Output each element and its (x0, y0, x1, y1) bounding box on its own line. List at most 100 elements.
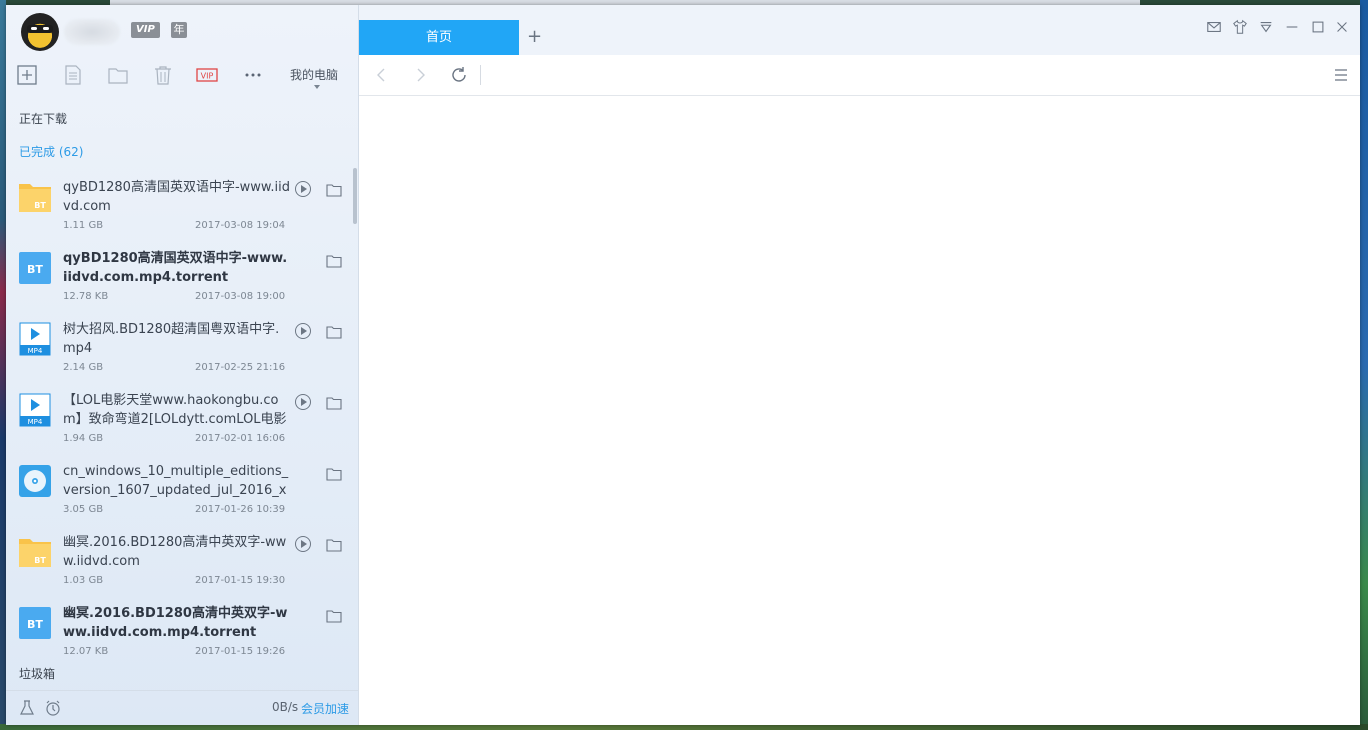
avatar-eye-right (43, 27, 49, 30)
download-item[interactable]: MP4 【LOL电影天堂www.haokongbu.com】致命弯道2[LOLdy… (6, 383, 354, 454)
minimize-button[interactable] (1284, 19, 1302, 37)
location-selector[interactable]: 我的电脑 (290, 66, 338, 83)
file-size: 3.05 GB (63, 504, 104, 515)
sidebar: VIP 年 VIP 我的电脑 正在下载 已完成 (62) BT qyBD1280… (6, 5, 359, 725)
folder-icon (108, 68, 128, 84)
download-list: BT qyBD1280高清国英双语中字-www.iidvd.com 1.11 GB 2… (6, 170, 354, 665)
lab-flask-icon[interactable] (18, 699, 36, 717)
vip-badge[interactable]: VIP (131, 22, 160, 38)
address-bar-divider (480, 65, 481, 85)
play-icon[interactable] (295, 394, 311, 410)
category-trash[interactable]: 垃圾箱 (19, 665, 55, 682)
svg-text:BT: BT (34, 201, 46, 210)
category-completed[interactable]: 已完成 (62) (19, 143, 83, 160)
file-name: qyBD1280高清国英双语中字-www.iidvd.com (63, 180, 290, 214)
open-folder-icon[interactable] (326, 537, 342, 552)
alarm-clock-icon[interactable] (44, 699, 62, 717)
vip-icon: VIP (196, 68, 218, 82)
file-date: 2017-01-15 19:30 (195, 575, 286, 586)
browser-panel: 首页 + (359, 5, 1360, 725)
download-item[interactable]: BT qyBD1280高清国英双语中字-www.iidvd.com.mp4.tor… (6, 241, 354, 312)
close-button[interactable] (1334, 19, 1352, 37)
add-tab-button[interactable]: + (527, 27, 542, 47)
svg-text:MP4: MP4 (28, 347, 43, 355)
file-size: 2.14 GB (63, 362, 104, 373)
open-folder-icon[interactable] (326, 466, 342, 481)
more-button[interactable] (242, 64, 266, 88)
bt-folder-icon: BT (18, 180, 52, 214)
play-icon[interactable] (295, 181, 311, 197)
mp4-file-icon: MP4 (18, 322, 52, 356)
navigation-bar (359, 55, 1360, 96)
file-date: 2017-03-08 19:04 (195, 220, 286, 231)
bt-torrent-icon: BT (18, 251, 52, 285)
file-size: 1.03 GB (63, 575, 104, 586)
file-size: 1.11 GB (63, 220, 104, 231)
file-name: 幽冥.2016.BD1280高清中英双字-www.iidvd.com.mp4.t… (63, 606, 288, 640)
mail-icon[interactable] (1206, 19, 1224, 37)
tab-home[interactable]: 首页 (359, 20, 519, 55)
open-folder-icon[interactable] (326, 182, 342, 197)
open-folder-icon[interactable] (326, 395, 342, 410)
vip-badge-label: VIP (136, 24, 155, 35)
trash-icon (155, 66, 171, 85)
file-name: 【LOL电影天堂www.haokongbu.com】致命弯道2[LOLdytt.… (63, 393, 287, 427)
open-folder-icon[interactable] (326, 608, 342, 623)
open-folder-icon[interactable] (326, 253, 342, 268)
year-badge[interactable]: 年 (171, 22, 187, 38)
new-task-button[interactable] (16, 64, 40, 88)
avatar-eye-left (31, 27, 37, 30)
back-arrow-icon[interactable] (373, 66, 391, 84)
open-file-button[interactable] (62, 64, 86, 88)
download-item[interactable]: BT 幽冥.2016.BD1280高清中英双字-www.iidvd.com.mp4… (6, 596, 354, 665)
avatar-ear-right (45, 13, 53, 25)
download-item[interactable]: cn_windows_10_multiple_editions_version_… (6, 454, 354, 525)
delete-button[interactable] (152, 64, 176, 88)
refresh-icon[interactable] (450, 66, 468, 84)
sidebar-toolbar: VIP 我的电脑 (6, 60, 358, 94)
play-icon[interactable] (295, 536, 311, 552)
username-blurred[interactable] (64, 19, 120, 45)
open-folder-icon[interactable] (326, 324, 342, 339)
category-downloading[interactable]: 正在下载 (19, 110, 67, 127)
web-content-area[interactable] (359, 96, 1360, 725)
svg-text:VIP: VIP (201, 72, 214, 81)
download-item[interactable]: BT qyBD1280高清国英双语中字-www.iidvd.com 1.11 GB 2… (6, 170, 354, 241)
svg-text:BT: BT (27, 263, 43, 276)
file-date: 2017-03-08 19:00 (195, 291, 286, 302)
bt-folder-icon: BT (18, 535, 52, 569)
member-accelerate-link[interactable]: 会员加速 (301, 700, 349, 717)
file-size: 12.78 KB (63, 291, 109, 302)
status-bar: 0B/s 会员加速 (6, 690, 358, 725)
hamburger-menu-icon[interactable] (1334, 67, 1348, 81)
maximize-button[interactable] (1310, 19, 1328, 37)
document-icon (65, 65, 81, 85)
thunder-download-window: VIP 年 VIP 我的电脑 正在下载 已完成 (62) BT qyBD1280… (6, 5, 1360, 725)
file-name: 树大招风.BD1280超清国粤双语中字.mp4 (63, 322, 280, 356)
avatar-ear-left (27, 13, 35, 25)
download-item[interactable]: BT 幽冥.2016.BD1280高清中英双字-www.iidvd.com 1.03… (6, 525, 354, 596)
file-date: 2017-01-15 19:26 (195, 646, 286, 657)
new-task-icon (17, 65, 37, 85)
file-date: 2017-01-26 10:39 (195, 504, 286, 515)
bt-torrent-icon: BT (18, 606, 52, 640)
forward-arrow-icon[interactable] (411, 66, 429, 84)
file-size: 12.07 KB (63, 646, 109, 657)
play-icon[interactable] (295, 323, 311, 339)
avatar[interactable] (21, 13, 59, 51)
more-dots-icon (245, 73, 261, 77)
download-item[interactable]: MP4 树大招风.BD1280超清国粤双语中字.mp4 2.14 GB 2017-02… (6, 312, 354, 383)
mp4-file-icon: MP4 (18, 393, 52, 427)
main-menu-dropdown-icon[interactable] (1258, 19, 1276, 37)
open-folder-button[interactable] (107, 64, 131, 88)
chevron-down-icon[interactable] (314, 85, 320, 89)
file-date: 2017-02-01 16:06 (195, 433, 286, 444)
file-date: 2017-02-25 21:16 (195, 362, 286, 373)
vip-tool-button[interactable]: VIP (196, 64, 220, 88)
svg-text:MP4: MP4 (28, 418, 43, 426)
tab-bar: 首页 + (359, 5, 1360, 55)
skin-shirt-icon[interactable] (1232, 19, 1250, 37)
svg-text:BT: BT (34, 556, 46, 565)
disc-image-icon (18, 464, 52, 498)
list-scrollbar[interactable] (353, 168, 357, 224)
